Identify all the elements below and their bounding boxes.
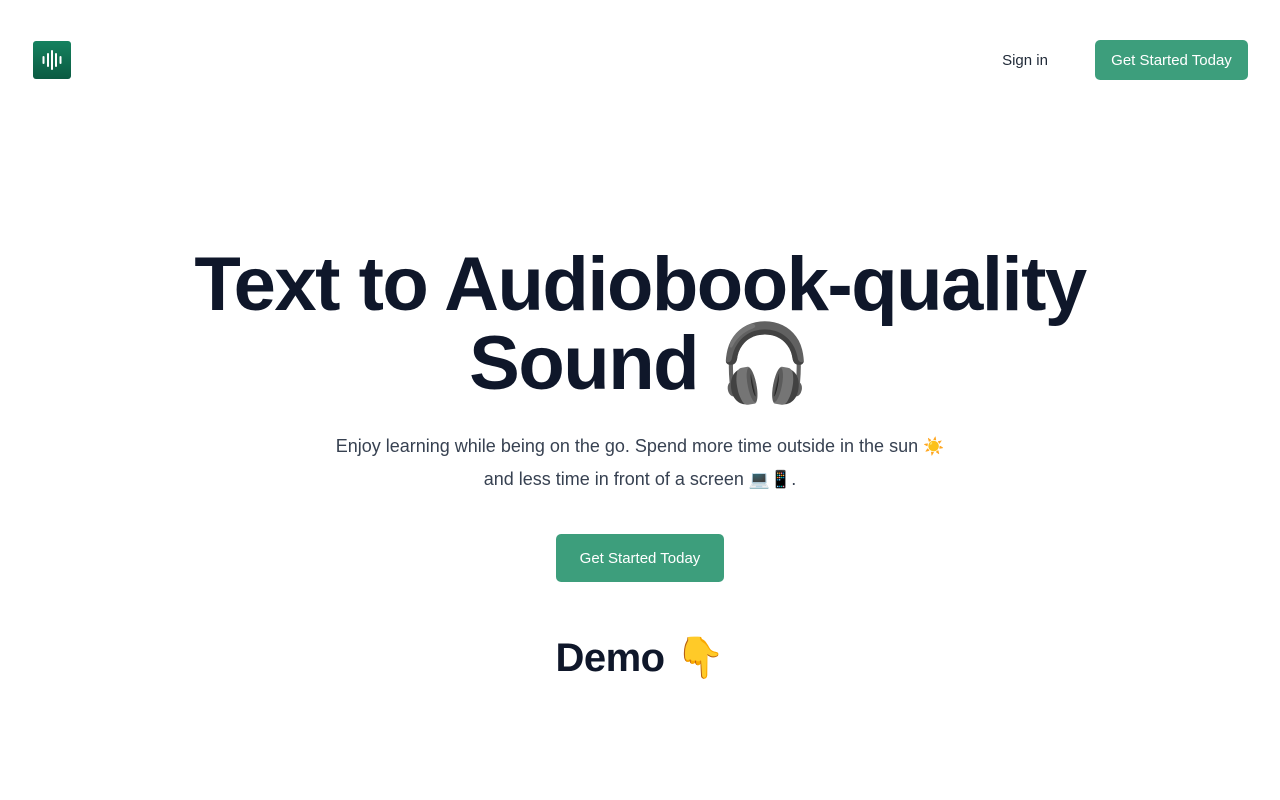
hero-title-line-2: Sound 🎧 [0, 324, 1280, 403]
site-header: Sign in Get Started Today [0, 0, 1280, 120]
hero-title-sound: Sound [469, 321, 699, 406]
demo-heading-text: Demo [555, 636, 665, 680]
soundwave-icon [40, 48, 64, 72]
get-started-hero-button[interactable]: Get Started Today [556, 534, 724, 582]
hero-subtitle-period: . [791, 469, 797, 489]
sign-in-link[interactable]: Sign in [986, 40, 1064, 80]
hero-subtitle-line-2: and less time in front of a screen 💻📱. [0, 463, 1280, 496]
demo-heading: Demo 👇 [0, 632, 1280, 684]
headphones-icon: 🎧 [717, 318, 813, 407]
hero-subtitle: Enjoy learning while being on the go. Sp… [0, 430, 1280, 496]
hero-title-line-1: Text to Audiobook-quality [194, 242, 1087, 327]
get-started-header-button[interactable]: Get Started Today [1095, 40, 1248, 80]
sun-icon: ☀️ [923, 437, 945, 457]
landing-page: Sign in Get Started Today Text to Audiob… [0, 0, 1280, 800]
logo[interactable] [33, 41, 71, 79]
hero-title: Text to Audiobook-quality Sound 🎧 [0, 246, 1280, 403]
hero-subtitle-text-2: and less time in front of a screen [483, 469, 744, 489]
laptop-phone-icon: 💻📱 [748, 470, 792, 490]
pointing-down-icon: 👇 [675, 635, 725, 681]
hero-subtitle-text-1: Enjoy learning while being on the go. Sp… [335, 436, 919, 456]
hero-subtitle-line-1: Enjoy learning while being on the go. Sp… [0, 430, 1280, 463]
